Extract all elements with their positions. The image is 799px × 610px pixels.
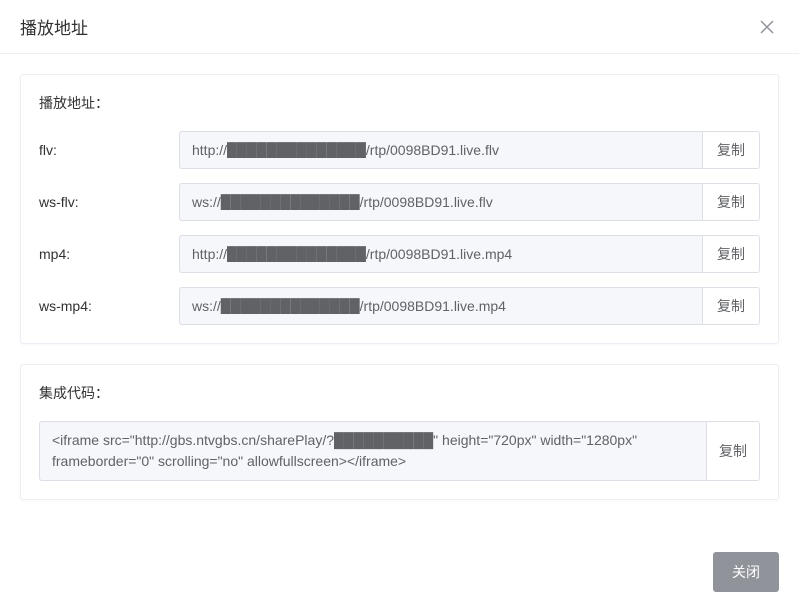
url-row-ws-flv: ws-flv: 复制: [39, 183, 760, 221]
copy-mp4-button[interactable]: 复制: [702, 235, 760, 273]
url-row-mp4: mp4: 复制: [39, 235, 760, 273]
integration-code-label: 集成代码：: [39, 383, 760, 403]
ws-mp4-url-input[interactable]: [179, 287, 702, 325]
protocol-label: flv:: [39, 142, 179, 158]
ws-flv-url-input[interactable]: [179, 183, 702, 221]
close-button[interactable]: 关闭: [713, 552, 779, 592]
copy-ws-mp4-button[interactable]: 复制: [702, 287, 760, 325]
close-icon[interactable]: [755, 15, 779, 39]
x-icon: [759, 19, 775, 35]
copy-flv-button[interactable]: 复制: [702, 131, 760, 169]
flv-url-input[interactable]: [179, 131, 702, 169]
code-row: 复制: [39, 421, 760, 481]
playback-address-label: 播放地址：: [39, 93, 760, 113]
protocol-label: mp4:: [39, 246, 179, 262]
url-row-flv: flv: 复制: [39, 131, 760, 169]
modal-title: 播放地址: [20, 14, 88, 39]
modal-footer: 关闭: [0, 542, 799, 610]
copy-ws-flv-button[interactable]: 复制: [702, 183, 760, 221]
playback-address-modal: 播放地址 播放地址： flv: 复制 ws-flv: 复制 mp4:: [0, 0, 799, 610]
copy-code-button[interactable]: 复制: [706, 421, 760, 481]
integration-code-textarea[interactable]: [39, 421, 706, 481]
playback-address-panel: 播放地址： flv: 复制 ws-flv: 复制 mp4: 复制 ws-mp4:…: [20, 74, 779, 344]
modal-body: 播放地址： flv: 复制 ws-flv: 复制 mp4: 复制 ws-mp4:…: [0, 54, 799, 542]
url-row-ws-mp4: ws-mp4: 复制: [39, 287, 760, 325]
mp4-url-input[interactable]: [179, 235, 702, 273]
integration-code-panel: 集成代码： 复制: [20, 364, 779, 500]
protocol-label: ws-flv:: [39, 194, 179, 210]
modal-header: 播放地址: [0, 0, 799, 54]
protocol-label: ws-mp4:: [39, 298, 179, 314]
